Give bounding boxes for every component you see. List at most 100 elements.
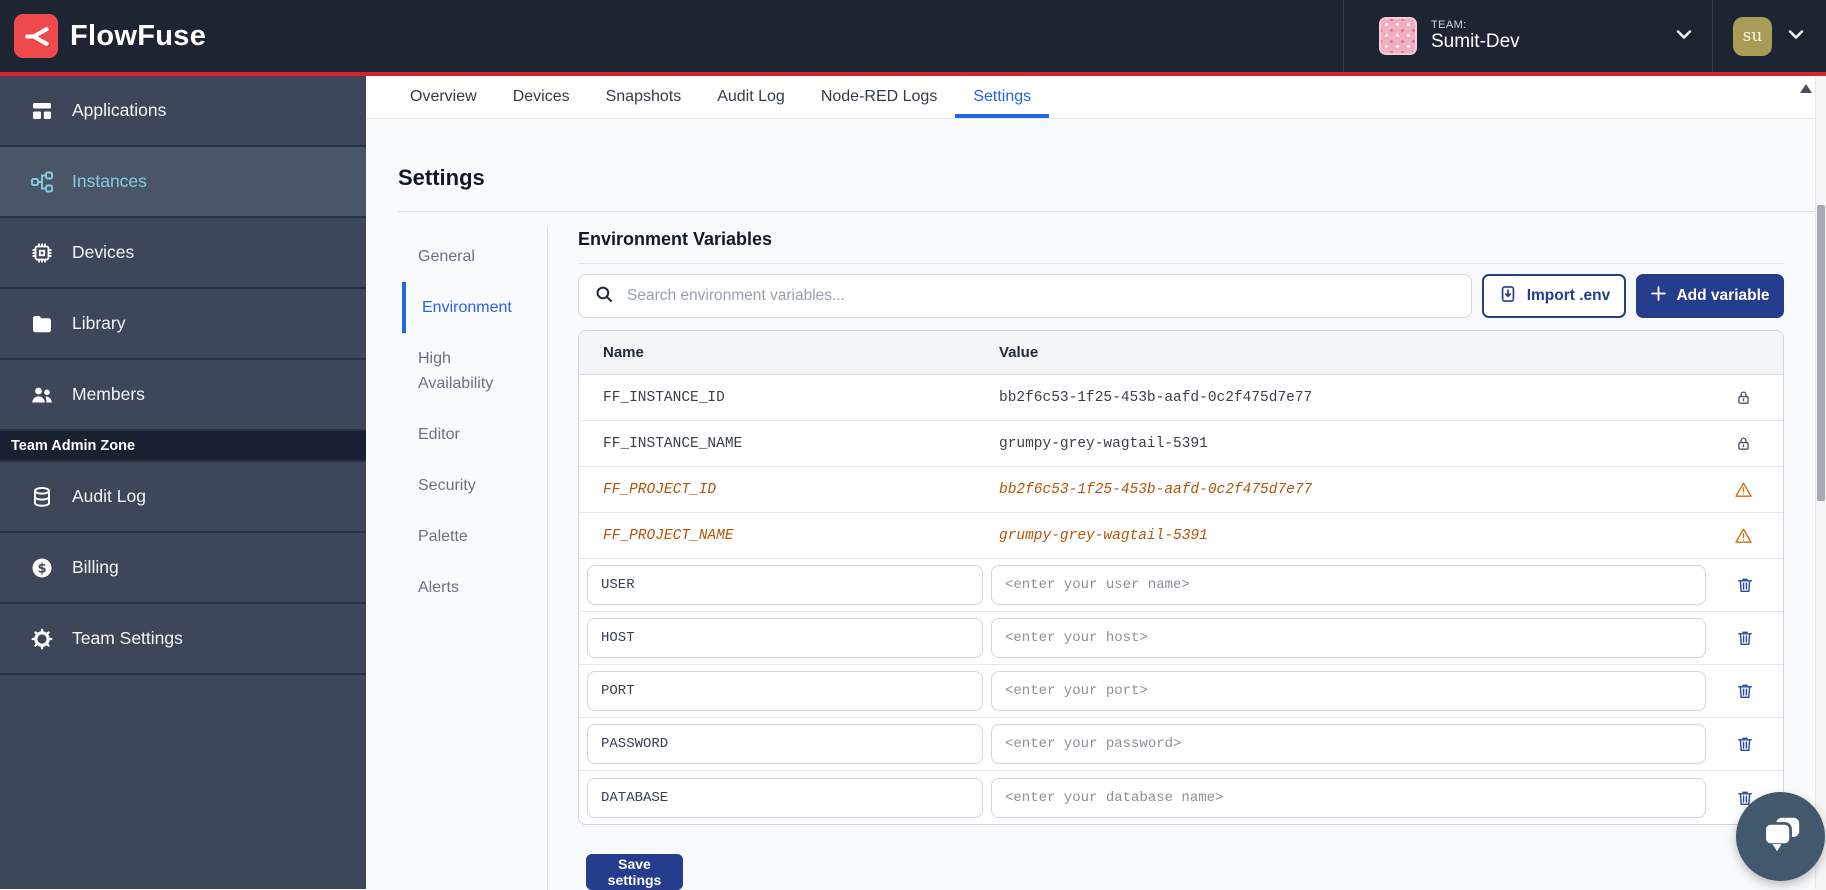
folder-icon	[30, 312, 54, 336]
chat-launcher-button[interactable]	[1736, 792, 1825, 881]
applications-icon	[30, 99, 54, 123]
column-header-name: Name	[579, 344, 999, 361]
sidebar-item-label: Members	[72, 384, 145, 405]
sidebar-section-team-admin-zone: Team Admin Zone	[0, 431, 366, 462]
env-var-name: FF_INSTANCE_ID	[579, 390, 999, 406]
env-var-name: FF_PROJECT_ID	[579, 482, 999, 498]
brand-name: FlowFuse	[70, 20, 206, 53]
import-env-label: Import .env	[1527, 287, 1611, 305]
table-row: FF_INSTANCE_ID bb2f6c53-1f25-453b-aafd-0…	[579, 375, 1783, 421]
env-var-value: grumpy-grey-wagtail-5391	[999, 436, 1703, 452]
subnav-item-editor[interactable]: Editor	[398, 409, 547, 460]
sidebar-item-label: Devices	[72, 242, 134, 263]
table-row	[579, 559, 1783, 612]
tab-snapshots[interactable]: Snapshots	[588, 76, 700, 118]
trash-icon[interactable]	[1706, 628, 1783, 648]
page-title: Settings	[398, 165, 1826, 191]
sidebar-item-devices[interactable]: Devices	[0, 218, 366, 289]
table-header: Name Value	[579, 331, 1783, 375]
sidebar-item-audit-log[interactable]: Audit Log	[0, 462, 366, 533]
team-name: Sumit-Dev	[1431, 31, 1520, 53]
divider	[398, 211, 1816, 212]
subnav-item-alerts[interactable]: Alerts	[398, 562, 547, 613]
subnav-item-security[interactable]: Security	[398, 460, 547, 511]
tab-audit-log[interactable]: Audit Log	[699, 76, 803, 118]
env-var-name-input[interactable]	[587, 724, 983, 764]
import-file-icon	[1498, 284, 1518, 309]
warning-icon	[1703, 526, 1783, 545]
trash-icon[interactable]	[1706, 575, 1783, 595]
tab-settings[interactable]: Settings	[955, 76, 1049, 118]
env-var-name-input[interactable]	[587, 618, 983, 658]
env-var-value-input[interactable]	[991, 618, 1706, 658]
env-var-value: grumpy-grey-wagtail-5391	[999, 528, 1703, 544]
env-var-value: bb2f6c53-1f25-453b-aafd-0c2f475d7e77	[999, 390, 1703, 406]
import-env-button[interactable]: Import .env	[1482, 274, 1626, 318]
column-header-value: Value	[999, 344, 1703, 361]
tab-devices[interactable]: Devices	[495, 76, 588, 118]
subnav-item-general[interactable]: General	[398, 231, 547, 282]
search-input[interactable]	[625, 286, 1459, 306]
env-var-name-input[interactable]	[587, 671, 983, 711]
main-area: Overview Devices Snapshots Audit Log Nod…	[366, 76, 1826, 889]
dollar-icon: $	[30, 556, 54, 580]
environment-panel: Environment Variables	[578, 227, 1784, 890]
sidebar-item-label: Team Settings	[72, 628, 183, 649]
env-var-value-input[interactable]	[991, 565, 1706, 605]
warning-icon	[1703, 480, 1783, 499]
subnav-item-palette[interactable]: Palette	[398, 511, 547, 562]
scrollbar-thumb[interactable]	[1817, 205, 1825, 501]
trash-icon[interactable]	[1706, 734, 1783, 754]
sidebar-item-applications[interactable]: Applications	[0, 76, 366, 147]
table-row: FF_INSTANCE_NAME grumpy-grey-wagtail-539…	[579, 421, 1783, 467]
table-row	[579, 771, 1783, 824]
env-var-name: FF_INSTANCE_NAME	[579, 436, 999, 452]
search-icon	[593, 283, 615, 310]
sidebar-item-billing[interactable]: $ Billing	[0, 533, 366, 604]
env-var-value-input[interactable]	[991, 778, 1706, 818]
env-var-value-input[interactable]	[991, 671, 1706, 711]
sidebar-item-team-settings[interactable]: Team Settings	[0, 604, 366, 675]
team-selector[interactable]: TEAM: Sumit-Dev	[1343, 0, 1713, 72]
sidebar-item-label: Audit Log	[72, 486, 146, 507]
table-row	[579, 612, 1783, 665]
add-variable-button[interactable]: Add variable	[1636, 274, 1784, 318]
lock-icon	[1703, 388, 1783, 407]
save-settings-button[interactable]: Save settings	[586, 854, 683, 890]
chevron-down-icon	[1674, 26, 1694, 47]
sidebar-item-instances[interactable]: Instances	[0, 147, 366, 218]
tab-overview[interactable]: Overview	[392, 76, 495, 118]
table-row: FF_PROJECT_ID bb2f6c53-1f25-453b-aafd-0c…	[579, 467, 1783, 513]
divider	[578, 263, 1784, 264]
env-var-name-input[interactable]	[587, 565, 983, 605]
trash-icon[interactable]	[1706, 681, 1783, 701]
user-menu[interactable]: su	[1713, 0, 1826, 72]
env-var-value-input[interactable]	[991, 724, 1706, 764]
env-var-name-input[interactable]	[587, 778, 983, 818]
tab-node-red-logs[interactable]: Node-RED Logs	[803, 76, 956, 118]
sidebar-item-label: Billing	[72, 557, 119, 578]
subnav-item-high-availability[interactable]: High Availability	[398, 333, 547, 409]
settings-subnav: General Environment High Availability Ed…	[398, 227, 548, 890]
brand[interactable]: FlowFuse	[0, 14, 206, 58]
plus-icon	[1650, 285, 1667, 307]
subnav-item-environment[interactable]: Environment	[402, 282, 547, 333]
env-search	[578, 274, 1472, 318]
env-variables-table: Name Value FF_INSTANCE_ID bb2f6c53-1f25-…	[578, 330, 1784, 825]
chat-bubble-icon	[1758, 811, 1804, 862]
chip-icon	[30, 241, 54, 265]
instances-icon	[30, 170, 54, 194]
env-section-title: Environment Variables	[578, 229, 1784, 250]
sidebar-item-members[interactable]: Members	[0, 360, 366, 431]
user-avatar: su	[1733, 17, 1772, 56]
env-var-value: bb2f6c53-1f25-453b-aafd-0c2f475d7e77	[999, 482, 1703, 498]
sidebar-item-label: Library	[72, 313, 126, 334]
table-row: FF_PROJECT_NAME grumpy-grey-wagtail-5391	[579, 513, 1783, 559]
sidebar-item-library[interactable]: Library	[0, 289, 366, 360]
vertical-scrollbar[interactable]	[1815, 76, 1826, 889]
sidebar-item-label: Instances	[72, 171, 147, 192]
people-icon	[30, 383, 54, 407]
table-row	[579, 665, 1783, 718]
gear-icon	[30, 627, 54, 651]
team-label: TEAM:	[1431, 19, 1520, 32]
